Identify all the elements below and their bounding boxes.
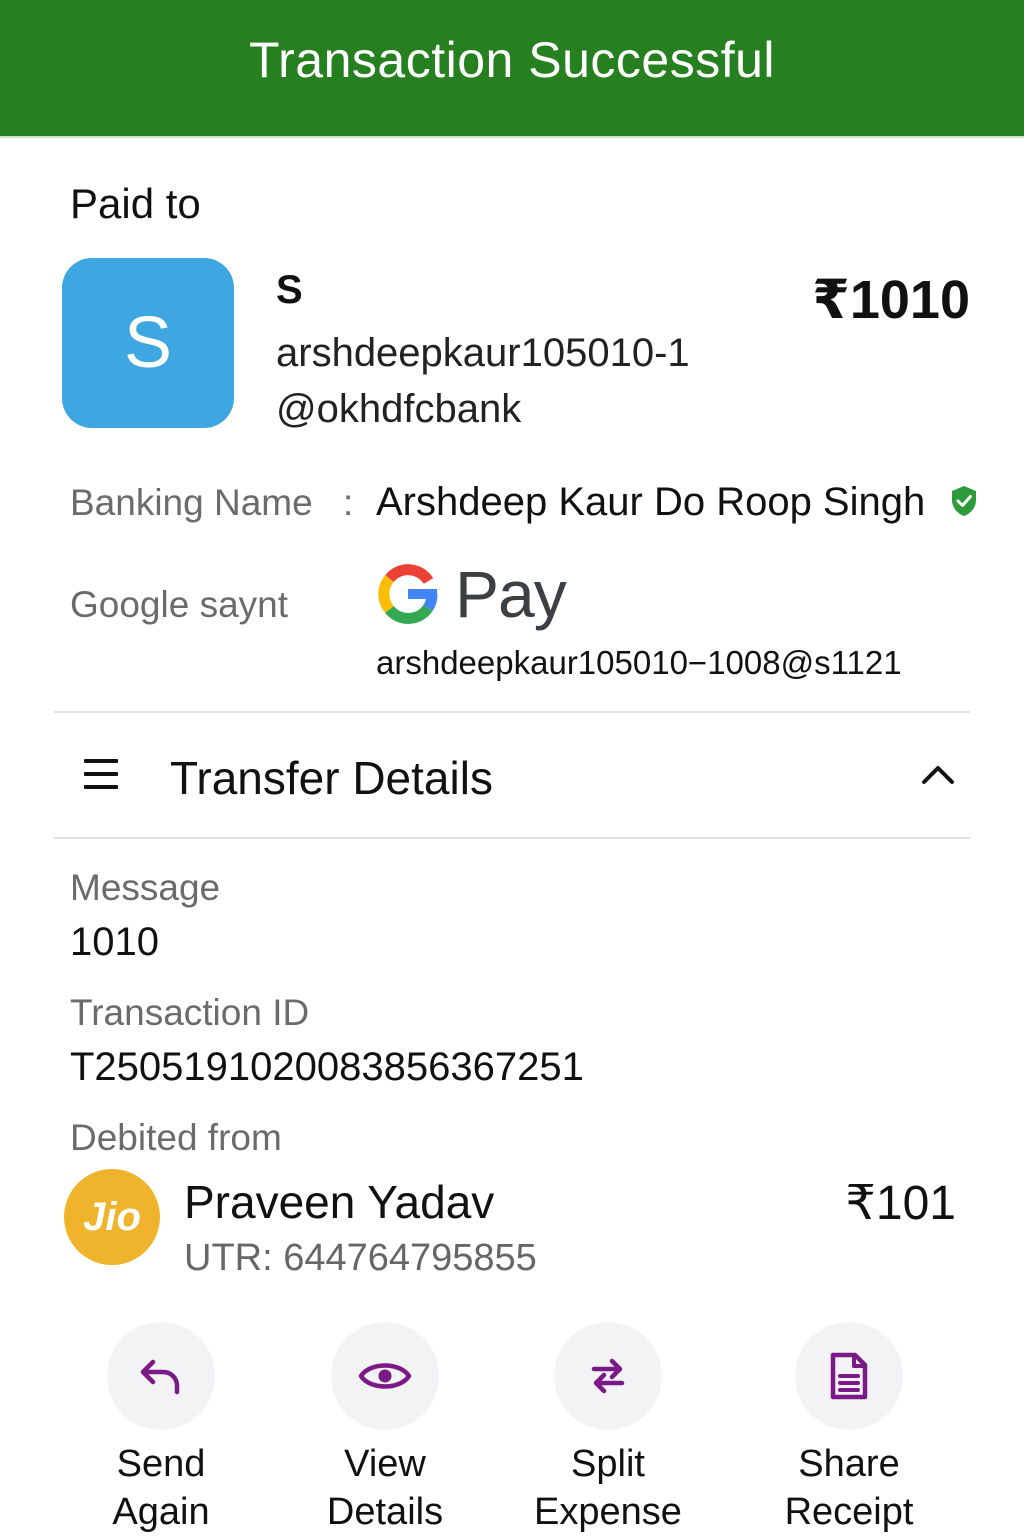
gpay-brand-text: Pay xyxy=(455,557,567,631)
banking-name-label: Banking Name xyxy=(70,482,313,523)
payee-name: S xyxy=(276,268,303,312)
list-menu-icon xyxy=(84,759,118,789)
jio-bank-logo: Jio xyxy=(64,1169,160,1265)
google-pay-upi-id: arshdeepkaur105010−1008@s1121 xyxy=(376,644,902,681)
paid-to-label: Paid to xyxy=(70,180,201,227)
utr-number: UTR: 644764795855 xyxy=(184,1237,537,1279)
jio-logo-text: Jio xyxy=(83,1194,141,1239)
swap-arrows-icon xyxy=(591,1358,625,1394)
eye-icon xyxy=(358,1363,412,1389)
page-title: Transaction Successful xyxy=(248,32,776,88)
transaction-id-value: T2505191020083856367251 xyxy=(70,1045,584,1089)
view-details-button[interactable]: View Details xyxy=(285,1322,485,1536)
success-header: Transaction Successful xyxy=(0,0,1024,136)
verified-shield-icon xyxy=(952,486,976,516)
payee-avatar: S xyxy=(62,258,234,428)
share-receipt-button[interactable]: Share Receipt xyxy=(749,1322,949,1536)
debit-account-name: Praveen Yadav xyxy=(184,1176,495,1228)
send-again-button[interactable]: Send Again xyxy=(61,1322,261,1536)
debit-amount: ₹101 xyxy=(845,1177,956,1230)
split-expense-label: Split Expense xyxy=(534,1443,682,1533)
avatar-letter: S xyxy=(123,303,173,383)
transfer-details-title[interactable]: Transfer Details xyxy=(170,751,493,805)
document-icon xyxy=(830,1352,868,1400)
debited-from-label: Debited from xyxy=(70,1117,282,1158)
banking-name-value: Arshdeep Kaur Do Roop Singh xyxy=(376,480,926,524)
transaction-id-label: Transaction ID xyxy=(70,992,310,1033)
send-again-icon-circle[interactable] xyxy=(107,1322,215,1430)
split-expense-icon-circle[interactable] xyxy=(554,1322,662,1430)
view-details-label: View Details xyxy=(326,1443,444,1533)
view-details-icon-circle[interactable] xyxy=(331,1322,439,1430)
payee-upi-id: arshdeepkaur105010-1@okhdfcbank xyxy=(276,331,690,431)
message-value: 1010 xyxy=(70,920,159,964)
split-expense-button[interactable]: Split Expense xyxy=(508,1322,708,1536)
section-divider xyxy=(54,837,970,839)
banking-name-separator: : xyxy=(343,482,354,523)
paid-amount: ₹1010 xyxy=(812,270,970,330)
share-receipt-icon-circle[interactable] xyxy=(795,1322,903,1430)
share-receipt-label: Share Receipt xyxy=(784,1443,914,1533)
section-divider xyxy=(54,711,970,713)
send-again-label: Send Again xyxy=(112,1443,210,1533)
chevron-up-icon[interactable] xyxy=(920,760,956,788)
message-label: Message xyxy=(70,867,221,908)
header-divider xyxy=(0,136,1024,138)
reply-arrow-icon xyxy=(140,1359,180,1395)
google-pay-label: Google saynt xyxy=(70,584,289,625)
google-g-icon xyxy=(378,564,438,624)
